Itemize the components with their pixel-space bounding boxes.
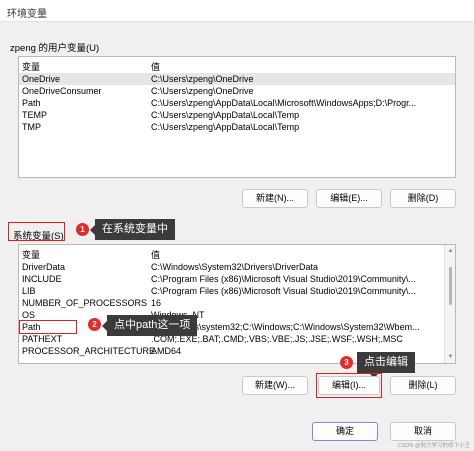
user-vars-list[interactable]: 变量 值 OneDrive C:\Users\zpeng\OneDrive On… [18,56,456,178]
var-name: INCLUDE [22,274,62,284]
var-name: NUMBER_OF_PROCESSORS [22,298,148,308]
list-item[interactable]: INCLUDE C:\Program Files (x86)\Microsoft… [19,273,455,285]
var-value: C:\Users\zpeng\AppData\Local\Microsoft\W… [151,98,417,108]
user-vars-group-label: zpeng 的用户变量(U) [10,43,100,54]
var-value: AMD64 [151,346,182,356]
column-header-name[interactable]: 变量 [22,249,40,261]
system-delete-button[interactable]: 删除(L) [390,376,456,395]
scroll-up-arrow-icon[interactable]: ▲ [447,247,454,255]
var-value: C:\Program Files (x86)\Microsoft Visual … [151,274,416,284]
user-edit-button[interactable]: 编辑(E)... [316,189,382,208]
var-name: OneDriveConsumer [22,86,102,96]
var-name: PATHEXT [22,334,63,344]
ok-button[interactable]: 确定 [312,422,378,441]
var-name: TEMP [22,110,48,120]
scroll-down-arrow-icon[interactable]: ▼ [447,353,454,361]
column-header-name[interactable]: 变量 [22,61,40,73]
var-name: Path [22,98,41,108]
system-new-button[interactable]: 新建(W)... [242,376,308,395]
var-name: LIB [22,286,36,296]
list-item[interactable]: LIB C:\Program Files (x86)\Microsoft Vis… [19,285,455,297]
list-item[interactable]: DriverData C:\Windows\System32\Drivers\D… [19,261,455,273]
system-vars-list-header: 变量 值 [19,245,455,261]
annotation-badge-3: 3 [340,356,353,369]
var-name: OneDrive [22,74,61,84]
scrollbar-thumb[interactable] [449,267,452,305]
var-value: C:\Users\zpeng\OneDrive [151,86,254,96]
user-new-button[interactable]: 新建(N)... [242,189,308,208]
var-value: C:\Program Files (x86)\Microsoft Visual … [151,286,416,296]
vertical-scrollbar[interactable]: ▲ ▼ [444,245,455,363]
highlight-box-edit-button [316,373,382,398]
var-value: C:\Users\zpeng\AppData\Local\Temp [151,122,300,132]
annotation-callout-1: 在系统变量中 [90,219,175,240]
user-delete-button[interactable]: 删除(D) [390,189,456,208]
list-item[interactable]: OS Windows_NT [19,309,455,321]
annotation-badge-1: 1 [76,223,89,236]
system-vars-list[interactable]: 变量 值 DriverData C:\Windows\System32\Driv… [18,244,456,364]
annotation-callout-3: 点击编辑 [357,352,415,378]
cancel-button[interactable]: 取消 [390,422,456,441]
list-item[interactable]: TMP C:\Users\zpeng\AppData\Local\Temp [19,121,455,133]
var-value: C:\Users\zpeng\OneDrive [151,74,254,84]
column-header-value[interactable]: 值 [151,61,160,73]
window-title: 环境变量 [7,9,47,20]
list-item[interactable]: PATHEXT .COM;.EXE;.BAT;.CMD;.VBS;.VBE;.J… [19,333,455,345]
var-value: 16 [151,298,162,308]
var-value: C:\Users\zpeng\AppData\Local\Temp [151,110,300,120]
highlight-box-path-row [19,320,77,334]
watermark-text: CSDN @努力学习的修下小王 [397,443,470,449]
annotation-badge-2: 2 [88,318,101,331]
list-item[interactable]: TEMP C:\Users\zpeng\AppData\Local\Temp [19,109,455,121]
user-vars-list-header: 变量 值 [19,57,455,73]
column-header-value[interactable]: 值 [151,249,160,261]
var-name: DriverData [22,262,66,272]
list-item-path-selected[interactable]: Path C:\Windows\system32;C:\Windows;C:\W… [19,321,455,333]
list-item[interactable]: OneDriveConsumer C:\Users\zpeng\OneDrive [19,85,455,97]
list-item[interactable]: Path C:\Users\zpeng\AppData\Local\Micros… [19,97,455,109]
var-name: TMP [22,122,41,132]
list-item[interactable]: OneDrive C:\Users\zpeng\OneDrive [19,73,455,85]
title-bar: 环境变量 [0,0,474,22]
highlight-box-system-vars [8,222,65,241]
var-name: PROCESSOR_ARCHITECTURE [22,346,156,356]
annotation-callout-2: 点中path这一项 [101,315,198,336]
list-item[interactable]: NUMBER_OF_PROCESSORS 16 [19,297,455,309]
var-value: C:\Windows\System32\Drivers\DriverData [151,262,319,272]
